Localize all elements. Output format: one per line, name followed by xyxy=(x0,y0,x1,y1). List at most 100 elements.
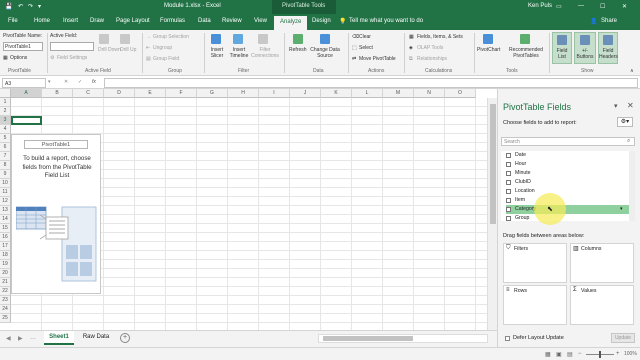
close-icon[interactable]: ✕ xyxy=(622,3,627,10)
field-item-hour[interactable]: Hour xyxy=(506,160,632,169)
tab-home[interactable]: Home xyxy=(34,18,50,24)
row-header[interactable]: 24 xyxy=(0,305,11,314)
row-header[interactable]: 12 xyxy=(0,197,11,206)
column-header[interactable]: D xyxy=(104,89,135,98)
name-box-dropdown-icon[interactable]: ▾ xyxy=(48,79,51,85)
tab-page-layout[interactable]: Page Layout xyxy=(116,18,150,24)
add-sheet-icon[interactable]: + xyxy=(120,333,130,343)
column-header[interactable]: L xyxy=(352,89,383,98)
field-headers-toggle[interactable]: Field Headers xyxy=(598,32,618,64)
zoom-in-icon[interactable]: + xyxy=(616,351,620,357)
zoom-level[interactable]: 100% xyxy=(624,351,637,357)
column-header[interactable]: K xyxy=(321,89,352,98)
olap-tools-button[interactable]: OLAP Tools xyxy=(417,45,443,51)
row-header[interactable]: 17 xyxy=(0,242,11,251)
column-header[interactable]: G xyxy=(197,89,228,98)
rows-area[interactable]: ≡ Rows xyxy=(503,285,567,325)
row-header[interactable]: 10 xyxy=(0,179,11,188)
tell-me-box[interactable]: Tell me what you want to do xyxy=(349,18,423,24)
group-field-button[interactable]: Group Field xyxy=(153,56,179,62)
change-data-source-button[interactable]: Change Data Source xyxy=(309,47,341,59)
field-checkbox[interactable] xyxy=(506,189,511,194)
drill-down-button[interactable]: Drill Down xyxy=(98,47,121,53)
field-list-settings-icon[interactable]: ⚙▾ xyxy=(617,117,633,127)
enter-icon[interactable]: ✓ xyxy=(78,79,82,85)
next-sheet-icon[interactable]: ▶ xyxy=(18,335,23,342)
column-header[interactable]: H xyxy=(228,89,259,98)
row-header[interactable]: 4 xyxy=(0,125,11,134)
tab-draw[interactable]: Draw xyxy=(90,18,104,24)
normal-view-icon[interactable]: ▦ xyxy=(545,351,551,358)
page-break-view-icon[interactable]: ▤ xyxy=(567,351,573,358)
recommended-pivottables-button[interactable]: Recommended PivotTables xyxy=(505,47,547,59)
row-header[interactable]: 15 xyxy=(0,224,11,233)
zoom-slider-thumb[interactable] xyxy=(599,351,601,358)
refresh-button[interactable]: Refresh xyxy=(289,47,307,53)
field-item-location[interactable]: Location xyxy=(506,187,632,196)
column-header[interactable]: C xyxy=(73,89,104,98)
ungroup-button[interactable]: Ungroup xyxy=(153,45,172,51)
field-checkbox[interactable] xyxy=(506,207,511,212)
row-header[interactable]: 3 xyxy=(0,116,11,125)
tab-view[interactable]: View xyxy=(254,18,267,24)
selected-cell[interactable] xyxy=(11,116,42,125)
tab-formulas[interactable]: Formulas xyxy=(160,18,185,24)
row-header[interactable]: 7 xyxy=(0,152,11,161)
ribbon-display-icon[interactable]: ▭ xyxy=(556,3,562,10)
field-list-toggle[interactable]: Field List xyxy=(552,32,572,64)
pivottable-name-input[interactable]: PivotTable1 xyxy=(3,42,43,51)
field-checkbox[interactable] xyxy=(506,162,511,167)
row-header[interactable]: 21 xyxy=(0,278,11,287)
field-settings-button[interactable]: Field Settings xyxy=(57,55,87,61)
group-selection-button[interactable]: Group Selection xyxy=(153,34,189,40)
columns-area[interactable]: ▥ Columns xyxy=(570,243,634,283)
tab-review[interactable]: Review xyxy=(222,18,242,24)
tab-file[interactable]: File xyxy=(8,18,18,24)
sheet-tab-raw-data[interactable]: Raw Data xyxy=(78,331,114,345)
row-header[interactable]: 25 xyxy=(0,314,11,323)
name-box[interactable]: A3 xyxy=(2,78,46,88)
prev-sheet-icon[interactable]: ◀ xyxy=(6,335,11,342)
row-header[interactable]: 8 xyxy=(0,161,11,170)
field-search-input[interactable]: Search ⌕ xyxy=(501,137,635,146)
row-header[interactable]: 19 xyxy=(0,260,11,269)
more-sheets-icon[interactable]: … xyxy=(30,335,36,341)
field-item-date[interactable]: Date xyxy=(506,151,632,160)
maximize-icon[interactable]: ☐ xyxy=(600,3,605,10)
relationships-button[interactable]: Relationships xyxy=(417,56,447,62)
field-item-minute[interactable]: Minute xyxy=(506,169,632,178)
row-header[interactable]: 20 xyxy=(0,269,11,278)
move-pivottable-button[interactable]: Move PivotTable xyxy=(359,56,396,62)
row-header[interactable]: 2 xyxy=(0,107,11,116)
column-header[interactable]: J xyxy=(290,89,321,98)
row-header[interactable]: 11 xyxy=(0,188,11,197)
filter-connections-button[interactable]: Filter Connections xyxy=(251,47,279,59)
field-item-category[interactable]: Category ▾ xyxy=(506,205,632,214)
active-field-input[interactable] xyxy=(50,42,94,51)
column-header[interactable]: A xyxy=(11,89,42,98)
clear-button[interactable]: Clear xyxy=(359,34,371,40)
fields-items-sets-button[interactable]: Fields, Items, & Sets xyxy=(417,34,463,40)
page-layout-view-icon[interactable]: ▣ xyxy=(556,351,562,358)
pane-options-dropdown-icon[interactable]: ▾ xyxy=(614,102,618,110)
row-header[interactable]: 22 xyxy=(0,287,11,296)
field-checkbox[interactable] xyxy=(506,171,511,176)
options-button[interactable]: Options xyxy=(10,55,27,61)
tab-data[interactable]: Data xyxy=(198,18,211,24)
column-header[interactable]: I xyxy=(259,89,290,98)
pivotchart-button[interactable]: PivotChart xyxy=(477,47,500,53)
vertical-scrollbar[interactable] xyxy=(487,98,497,330)
undo-icon[interactable]: ↶ xyxy=(18,3,23,10)
field-checkbox[interactable] xyxy=(506,180,511,185)
field-checkbox[interactable] xyxy=(506,198,511,203)
row-header[interactable]: 1 xyxy=(0,98,11,107)
field-item-item[interactable]: Item xyxy=(506,196,632,205)
row-header[interactable]: 13 xyxy=(0,206,11,215)
select-all-corner[interactable] xyxy=(0,89,11,98)
column-header[interactable]: F xyxy=(166,89,197,98)
column-header[interactable]: N xyxy=(414,89,445,98)
column-header[interactable]: M xyxy=(383,89,414,98)
redo-icon[interactable]: ↷ xyxy=(28,3,33,10)
field-dropdown-icon[interactable]: ▾ xyxy=(620,205,623,214)
pivottable-placeholder[interactable]: PivotTable1 To build a report, choose fi… xyxy=(11,134,101,294)
